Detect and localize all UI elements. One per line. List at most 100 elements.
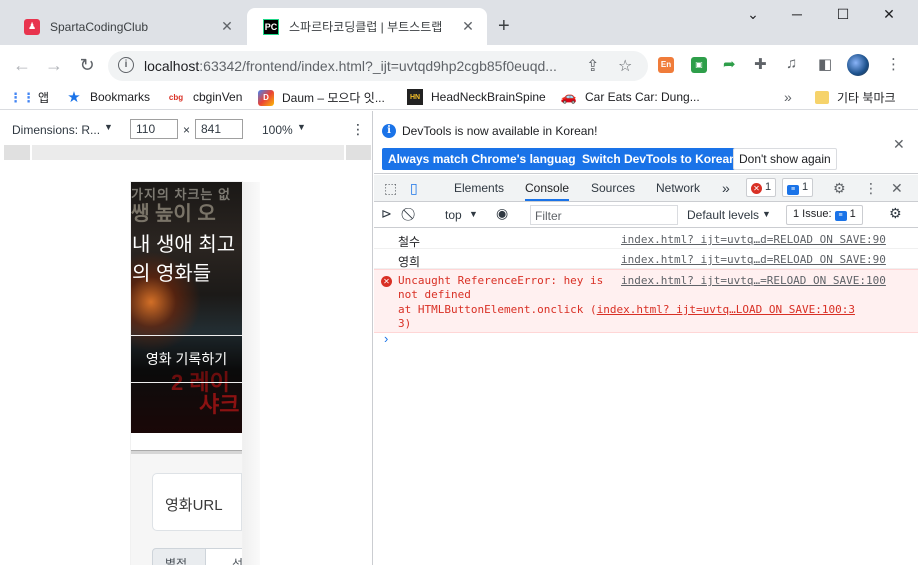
stack-source-link[interactable]: index.html? ijt=uvtq…LOAD ON SAVE:100:3 — [597, 303, 855, 316]
error-icon: ✕ — [751, 183, 762, 194]
bookmark-headneck[interactable]: HN HeadNeckBrainSpine — [407, 89, 546, 105]
close-window-button[interactable]: ✕ — [866, 6, 912, 23]
pycharm-icon: PC — [263, 18, 279, 35]
tab-title: 스파르타코딩클럽 | 부트스트랩 — [289, 20, 443, 34]
maximize-button[interactable]: ☐ — [820, 6, 866, 23]
console-prompt[interactable]: › — [384, 331, 388, 346]
movie-url-input[interactable]: 영화URL — [152, 473, 242, 531]
more-tabs-icon[interactable]: » — [722, 175, 730, 201]
error-stack-line: at HTMLButtonElement.onclick (index.html… — [398, 303, 855, 316]
dropdown-caret-icon[interactable]: ▼ — [762, 209, 771, 219]
car-icon: 🚗 — [560, 89, 578, 104]
site-info-icon[interactable]: i — [118, 57, 134, 73]
tab-elements[interactable]: Elements — [454, 175, 504, 201]
bookmark-star-icon[interactable]: ☆ — [618, 56, 632, 76]
devtools-panel: i DevTools is now available in Korean! ✕… — [374, 111, 918, 565]
close-devtools-icon[interactable]: ✕ — [891, 180, 903, 197]
viewport-shadow — [242, 182, 260, 565]
forward-button[interactable]: → — [42, 53, 66, 77]
tab-strip: ♟ SpartaCodingClub ✕ PC 스파르타코딩클럽 | 부트스트랩… — [0, 0, 918, 45]
error-message: not defined — [398, 288, 471, 301]
height-input[interactable]: 841 — [195, 119, 243, 139]
context-select[interactable]: top — [445, 208, 462, 222]
info-icon: i — [382, 124, 396, 138]
ext-arrow-icon[interactable]: ➦ — [723, 55, 736, 73]
devtools-menu-icon[interactable]: ⋮ — [864, 180, 878, 197]
error-count-badge[interactable]: ✕ 1 — [746, 178, 777, 197]
issues-button[interactable]: 1 Issue: ≡ 1 — [786, 205, 863, 225]
bookmark-other[interactable]: 기타 북마크 — [815, 89, 896, 106]
dont-show-again-button[interactable]: Don't show again — [733, 148, 837, 170]
console-log-row: 철수 index.html? ijt=uvtq…d=RELOAD ON SAVE… — [374, 229, 918, 249]
page-headline: 내 생애 최고의 영화들 — [132, 234, 236, 285]
dropdown-caret-icon[interactable]: ▼ — [469, 209, 478, 219]
minimize-button[interactable]: ─ — [774, 6, 820, 22]
dimensions-select[interactable]: Dimensions: R... — [12, 123, 100, 137]
reload-button[interactable]: ↻ — [75, 53, 99, 77]
error-stack-line: 3) — [398, 317, 412, 330]
star-icon: ★ — [67, 89, 81, 106]
bookmark-cbginven[interactable]: cbg cbginVen — [167, 89, 243, 105]
width-input[interactable]: 110 — [130, 119, 178, 139]
bookmark-daum[interactable]: D Daum – 모으다 잇... — [258, 89, 385, 106]
console-toolbar: ⊳ ⃠ top ▼ ◉ Filter Default levels ▼ 1 Is… — [374, 203, 918, 228]
console-log-row: 영희 index.html? ijt=uvtq…d=RELOAD ON SAVE… — [374, 249, 918, 269]
live-expression-eye-icon[interactable]: ◉ — [496, 205, 508, 222]
daum-icon: D — [258, 89, 274, 106]
tab-search-icon[interactable]: ⌄ — [730, 6, 776, 23]
bookmark-careatscar[interactable]: 🚗 Car Eats Car: Dung... — [561, 89, 700, 105]
folder-icon — [815, 91, 829, 104]
switch-to-korean-button[interactable]: Switch DevTools to Korean — [576, 148, 743, 170]
back-button[interactable]: ← — [10, 53, 34, 77]
settings-gear-icon[interactable]: ⚙ — [833, 180, 846, 197]
sidebar-toggle-icon[interactable]: ⊳ — [381, 206, 392, 222]
star-rating-label: 별점 — [152, 548, 206, 565]
more-bookmarks-chevron-icon[interactable]: » — [784, 89, 792, 105]
inspect-element-icon[interactable]: ⬚ — [384, 180, 397, 197]
device-toolbar: Dimensions: R... ▼ 110 × 841 100% ▼ ⋮ — [0, 119, 373, 141]
record-movie-button[interactable]: 영화 기록하기 — [131, 335, 242, 383]
new-tab-button[interactable]: + — [498, 16, 510, 36]
address-bar[interactable]: i localhost:63342/frontend/index.html?_i… — [108, 51, 648, 81]
error-icon: ✕ — [381, 276, 392, 287]
console-filter-input[interactable]: Filter — [530, 205, 678, 225]
device-toggle-icon[interactable]: ▯ — [410, 180, 418, 197]
bookmark-bookmarks[interactable]: ★ Bookmarks — [66, 89, 150, 106]
url-text[interactable]: localhost:63342/frontend/index.html?_ijt… — [144, 58, 557, 74]
tab-sparta[interactable]: ♟ SpartaCodingClub ✕ — [8, 8, 246, 45]
bookmark-apps[interactable]: ⋮⋮ 앱 — [9, 89, 49, 106]
profile-avatar[interactable] — [847, 54, 869, 76]
devtools-language-infobar: i DevTools is now available in Korean! ✕… — [374, 111, 918, 174]
error-source-link[interactable]: index.html? ijt=uvtq…=RELOAD ON SAVE:100 — [621, 274, 886, 287]
menu-icon[interactable]: ⋮ — [886, 55, 901, 73]
ext-green-icon[interactable]: ▣ — [691, 57, 707, 73]
apps-grid-icon: ⋮⋮ — [9, 89, 35, 105]
more-options-icon[interactable]: ⋮ — [351, 121, 365, 138]
dropdown-caret-icon[interactable]: ▼ — [297, 122, 306, 132]
extensions-puzzle-icon[interactable]: ✚ — [754, 55, 767, 73]
always-match-language-button[interactable]: Always match Chrome's language — [382, 148, 589, 170]
media-control-icon[interactable]: ♫ — [786, 55, 797, 72]
dropdown-caret-icon[interactable]: ▼ — [104, 122, 113, 132]
side-panel-icon[interactable]: ◧ — [818, 55, 832, 73]
log-levels-select[interactable]: Default levels — [687, 208, 759, 222]
star-rating-select[interactable]: 선 — [206, 548, 242, 565]
message-count-badge[interactable]: ≡ 1 — [782, 178, 814, 197]
console-output: 철수 index.html? ijt=uvtq…d=RELOAD ON SAVE… — [374, 229, 918, 346]
tab-bootstrap[interactable]: PC 스파르타코딩클럽 | 부트스트랩 ✕ — [247, 8, 487, 45]
zoom-select[interactable]: 100% — [262, 123, 293, 137]
ext-dict-icon[interactable]: En — [658, 57, 674, 73]
console-settings-gear-icon[interactable]: ⚙ — [889, 205, 902, 222]
tab-sources[interactable]: Sources — [591, 175, 635, 201]
log-source-link[interactable]: index.html? ijt=uvtq…d=RELOAD ON SAVE:90 — [621, 253, 886, 266]
media-query-ruler[interactable] — [4, 145, 371, 160]
tab-console[interactable]: Console — [525, 175, 570, 201]
close-icon[interactable]: ✕ — [218, 18, 236, 35]
close-infobar-icon[interactable]: ✕ — [893, 136, 905, 153]
share-icon[interactable]: ⇪ — [586, 56, 599, 76]
close-icon[interactable]: ✕ — [459, 18, 477, 35]
ruler-segment[interactable] — [30, 145, 346, 160]
log-source-link[interactable]: index.html? ijt=uvtq…d=RELOAD ON SAVE:90 — [621, 233, 886, 246]
sparta-icon: ♟ — [24, 18, 40, 35]
tab-network[interactable]: Network — [656, 175, 700, 201]
